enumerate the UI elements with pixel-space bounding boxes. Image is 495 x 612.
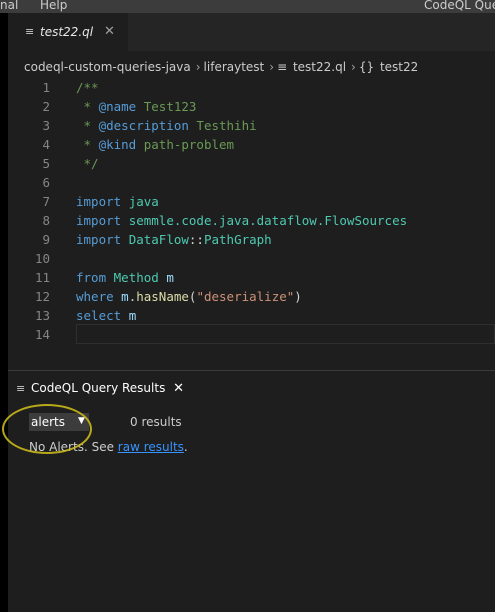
code-line: 2 * @name Test123 [8, 97, 495, 116]
code-text: * @description Testhihi [76, 118, 257, 133]
window-title: CodeQL Quer [424, 0, 495, 12]
code-line: 12 where m.hasName("deserialize") [8, 287, 495, 306]
activity-bar-edge [0, 13, 8, 612]
line-number: 14 [34, 327, 50, 342]
braces-icon: {} [358, 60, 378, 74]
code-text: * @name Test123 [76, 99, 197, 114]
code-text: * @kind path-problem [76, 137, 235, 152]
code-text: import DataFlow::PathGraph [76, 232, 272, 247]
lines-icon: ≡ [16, 382, 26, 395]
breadcrumb-item-subfolder[interactable]: liferaytest [204, 60, 265, 74]
result-count: 0 results [130, 415, 182, 429]
line-number: 9 [42, 232, 50, 247]
code-text: from Method m [76, 270, 174, 285]
code-line: 5 */ [8, 154, 495, 173]
code-text: /** [76, 80, 99, 95]
line-number: 10 [34, 251, 50, 266]
code-line: 3 * @description Testhihi [8, 116, 495, 135]
chevron-right-icon: › [195, 60, 201, 74]
code-text: import java [76, 194, 159, 209]
line-number: 13 [34, 308, 50, 323]
code-text: where m.hasName("deserialize") [76, 289, 302, 304]
code-line: 9 import DataFlow::PathGraph [8, 230, 495, 249]
menubar: nal Help CodeQL Quer [0, 0, 495, 13]
breadcrumb-item-folder[interactable]: codeql-custom-queries-java [24, 60, 191, 74]
panel-title: CodeQL Query Results [31, 381, 166, 395]
line-number: 8 [42, 213, 50, 228]
line-number: 1 [42, 80, 50, 95]
breadcrumb: codeql-custom-queries-java › liferaytest › ≡… [24, 56, 420, 78]
line-number: 3 [42, 118, 50, 133]
raw-results-link[interactable]: raw results [118, 440, 184, 454]
code-line: 4 * @kind path-problem [8, 135, 495, 154]
line-number: 7 [42, 194, 50, 209]
line-number: 5 [42, 156, 50, 171]
query-results-panel [8, 371, 495, 612]
code-line: 10 [8, 249, 495, 268]
line-number: 6 [42, 175, 50, 190]
chevron-right-icon: › [269, 60, 275, 74]
lines-icon: ≡ [277, 60, 291, 74]
code-text: select m [76, 308, 137, 323]
breadcrumb-item-file[interactable]: test22.ql [293, 60, 346, 74]
breadcrumb-item-symbol[interactable]: test22 [380, 60, 418, 74]
chevron-right-icon: › [351, 60, 356, 74]
close-icon[interactable]: ✕ [104, 13, 115, 51]
menu-item-terminal[interactable]: nal [0, 0, 18, 12]
code-line: 8 import semmle.code.java.dataflow.FlowSo… [8, 211, 495, 230]
panel-tab-query-results[interactable]: ≡ CodeQL Query Results ✕ [16, 378, 184, 398]
line-number: 11 [34, 270, 50, 285]
code-line: 6 [8, 173, 495, 192]
code-line: 11 from Method m [8, 268, 495, 287]
code-line: 7 import java [8, 192, 495, 211]
period: . [183, 440, 188, 454]
annotation-circle [2, 404, 92, 454]
current-line-highlight [76, 324, 495, 344]
line-number: 12 [34, 289, 50, 304]
code-editor[interactable]: 1 /** 2 * @name Test123 3 * @description … [8, 78, 495, 368]
code-line: 1 /** [8, 78, 495, 97]
menu-item-help[interactable]: Help [40, 0, 67, 12]
code-text: */ [76, 156, 99, 171]
line-number: 2 [42, 99, 50, 114]
tab-label: test22.ql [40, 25, 94, 39]
lines-icon: ≡ [25, 25, 35, 38]
code-line: 13 select m [8, 306, 495, 325]
code-text: import semmle.code.java.dataflow.FlowSou… [76, 213, 408, 228]
close-icon[interactable]: ✕ [173, 381, 184, 396]
tab-test22[interactable]: ≡ test22.ql ✕ [8, 13, 128, 51]
line-number: 4 [42, 137, 50, 152]
